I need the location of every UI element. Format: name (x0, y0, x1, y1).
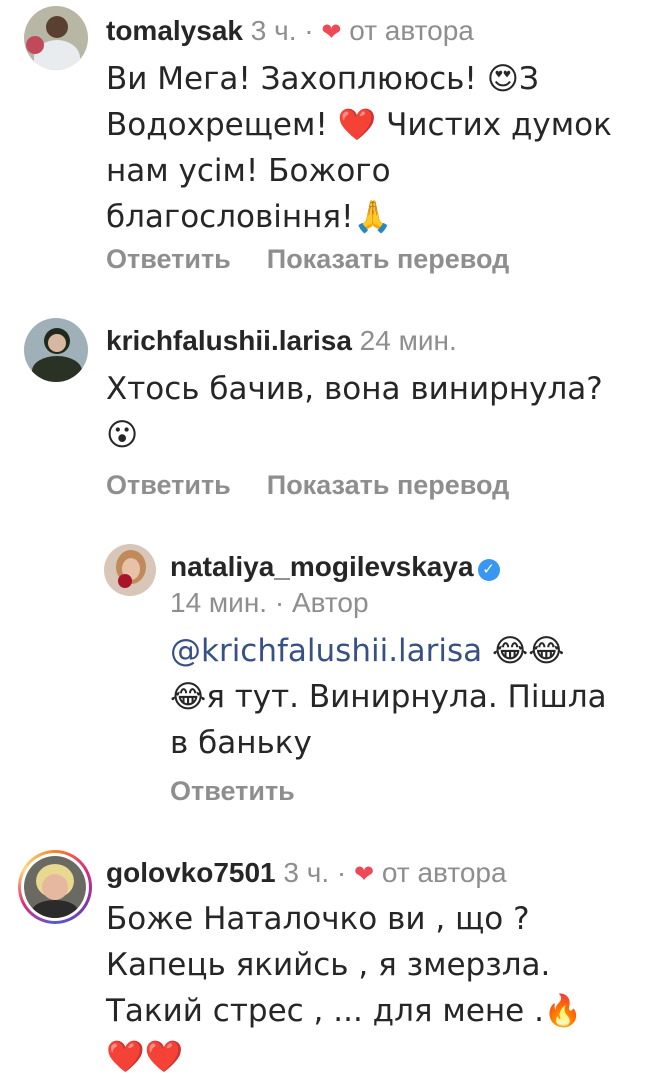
avatar[interactable] (24, 318, 88, 382)
avatar[interactable] (104, 544, 156, 596)
comment-actions: Ответить Показать перевод (106, 470, 545, 501)
username[interactable]: krichfalushii.larisa (106, 325, 352, 356)
username[interactable]: nataliya_mogilevskaya (170, 551, 474, 582)
comment-meta-line2: 14 мин. · Автор (170, 586, 369, 620)
reply-button[interactable]: Ответить (106, 244, 231, 274)
timestamp: 24 мин. (359, 325, 457, 356)
comment-line: благословіння!🙏 (106, 199, 393, 235)
comment-line: Боже Наталочко ви , що ? (106, 901, 530, 937)
comment-meta: tomalysak 3 ч. · ❤ от автора (106, 14, 474, 50)
show-translation-button[interactable]: Показать перевод (267, 244, 510, 274)
comment-line: Хтось бачив, вона винирнула? (106, 371, 603, 407)
heart-icon: ❤ (321, 19, 342, 46)
reply-button[interactable]: Ответить (170, 776, 295, 806)
comment-meta: nataliya_mogilevskaya ✓ (170, 550, 500, 584)
comment-text: Боже Наталочко ви , що ? Капець якийсь ,… (106, 896, 583, 1080)
comment-text: Хтось бачив, вона винирнула? 😮 (106, 366, 603, 458)
comment-line: в баньку (170, 725, 312, 761)
comment-actions: Ответить (170, 776, 331, 807)
comment-line: 😂я тут. Винирнула. Пішла (170, 679, 607, 715)
username[interactable]: tomalysak (106, 15, 243, 46)
liked-by-author: от автора (381, 857, 507, 888)
comment-text: Ви Мега! Захоплююсь! 😍З Водохрещем! ❤️ Ч… (106, 56, 612, 240)
comment-line: ❤️❤️ (106, 1039, 184, 1075)
timestamp: 14 мин. (170, 587, 268, 618)
mention-link[interactable]: @krichfalushii.larisa (170, 633, 482, 669)
comment-actions: Ответить Показать перевод (106, 244, 545, 275)
separator: · (304, 15, 314, 46)
comment-line: Ви Мега! Захоплююсь! 😍З (106, 61, 539, 97)
comment-line: Капець якийсь , я змерзла. (106, 947, 551, 983)
timestamp: 3 ч. (250, 15, 297, 46)
liked-by-author: от автора (349, 15, 474, 46)
timestamp: 3 ч. (283, 857, 330, 888)
comment-meta: krichfalushii.larisa 24 мин. (106, 324, 457, 358)
heart-icon: ❤ (354, 861, 375, 888)
reply-button[interactable]: Ответить (106, 470, 231, 500)
comment-text: @krichfalushii.larisa 😂😂 😂я тут. Винирну… (170, 628, 607, 766)
username[interactable]: golovko7501 (106, 857, 276, 888)
separator: · (274, 587, 285, 618)
separator: · (336, 857, 347, 888)
comment-meta: golovko7501 3 ч. · ❤ от автора (106, 856, 507, 892)
author-label: Автор (291, 587, 369, 618)
mention-tail: 😂😂 (482, 633, 565, 669)
comment-line: @krichfalushii.larisa 😂😂 (170, 628, 607, 674)
avatar[interactable] (24, 856, 86, 918)
comment-line: Такий стрес , ... для мене .🔥 (106, 993, 583, 1029)
comment-line: нам усім! Божого (106, 153, 391, 189)
avatar[interactable] (24, 6, 88, 70)
show-translation-button[interactable]: Показать перевод (267, 470, 510, 500)
comment-line: 😮 (106, 417, 139, 453)
comment-line: Водохрещем! ❤️ Чистих думок (106, 107, 612, 143)
verified-badge-icon: ✓ (477, 559, 500, 581)
